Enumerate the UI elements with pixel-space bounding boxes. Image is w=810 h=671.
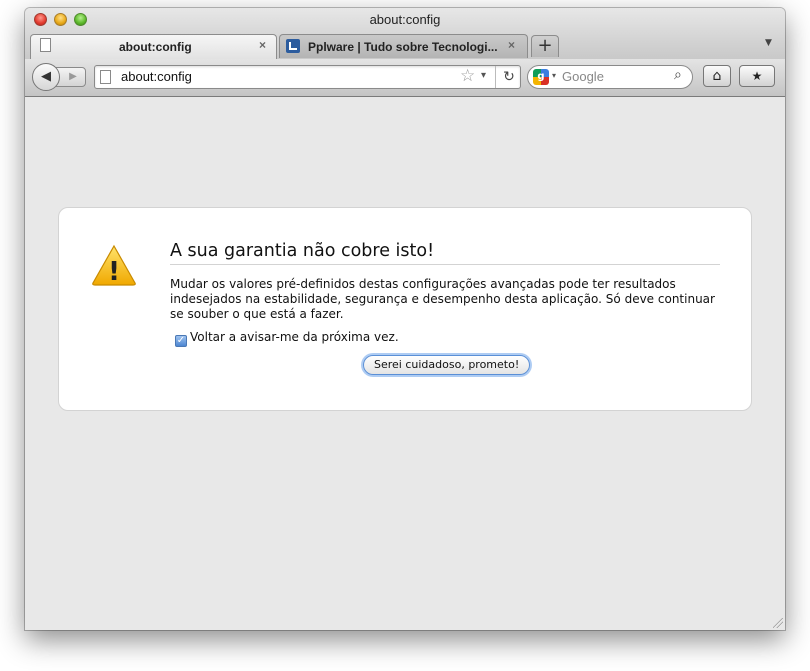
window-title: about:config: [369, 12, 441, 27]
navigation-toolbar: ◀ ▶ about:config ☆ ▾ ↻ g ▾ Google ⌕ ⌂ ★: [25, 59, 785, 96]
warning-message: Mudar os valores pré-definidos destas co…: [170, 277, 715, 321]
reload-icon[interactable]: ↻: [495, 66, 522, 88]
page-icon: [40, 38, 51, 52]
new-tab-button[interactable]: +: [531, 35, 559, 57]
tab-pplware[interactable]: Pplware | Tudo sobre Tecnologi... ×: [279, 34, 528, 58]
page-content: ! A sua garantia não cobre isto! Mudar o…: [25, 97, 785, 630]
search-engine-dropdown-icon[interactable]: ▾: [552, 71, 556, 80]
pplware-favicon-icon: [286, 39, 300, 53]
tab-list-icon[interactable]: ▼: [765, 38, 772, 48]
back-forward-group: ◀ ▶: [32, 63, 87, 91]
url-input[interactable]: about:config: [121, 69, 192, 84]
resize-grip[interactable]: [773, 618, 783, 628]
search-icon[interactable]: ⌕: [674, 67, 682, 83]
warn-again-label[interactable]: Voltar a avisar-me da próxima vez.: [190, 330, 399, 344]
home-button[interactable]: ⌂: [703, 65, 731, 87]
warn-again-checkbox-row[interactable]: ✓ Voltar a avisar-me da próxima vez.: [175, 330, 399, 347]
warning-icon-mark: !: [108, 257, 120, 286]
search-input[interactable]: Google: [562, 69, 604, 84]
forward-arrow-icon: ▶: [69, 71, 77, 82]
search-bar[interactable]: g ▾ Google ⌕: [527, 65, 693, 89]
tab-label: Pplware | Tudo sobre Tecnologi...: [308, 40, 498, 54]
page-icon: [100, 70, 111, 84]
warn-again-checkbox[interactable]: ✓: [175, 335, 187, 347]
tab-about-config[interactable]: about:config ×: [30, 34, 277, 59]
warning-panel: ! A sua garantia não cobre isto! Mudar o…: [58, 207, 752, 411]
url-bar[interactable]: about:config ☆ ▾ ↻: [94, 65, 521, 89]
tab-label: about:config: [119, 40, 192, 54]
bookmark-star-icon[interactable]: ☆: [460, 66, 475, 86]
back-button[interactable]: ◀: [32, 63, 60, 91]
browser-window: about:config about:config × Pplware | Tu…: [25, 8, 785, 630]
warning-icon: !: [92, 244, 136, 286]
warning-title: A sua garantia não cobre isto!: [170, 241, 720, 265]
url-history-dropdown-icon[interactable]: ▾: [481, 70, 486, 81]
tab-close-icon[interactable]: ×: [508, 38, 515, 52]
bookmarks-button[interactable]: ★: [739, 65, 775, 87]
checkmark-icon: ✓: [176, 335, 186, 346]
title-bar: about:config about:config × Pplware | Tu…: [25, 8, 785, 97]
tab-close-icon[interactable]: ×: [259, 38, 266, 52]
google-engine-icon[interactable]: g: [533, 69, 549, 85]
back-arrow-icon: ◀: [41, 69, 51, 84]
accept-risk-button[interactable]: Serei cuidadoso, prometo!: [363, 355, 531, 375]
bookmarks-icon: ★: [751, 69, 763, 83]
home-icon: ⌂: [712, 68, 722, 84]
